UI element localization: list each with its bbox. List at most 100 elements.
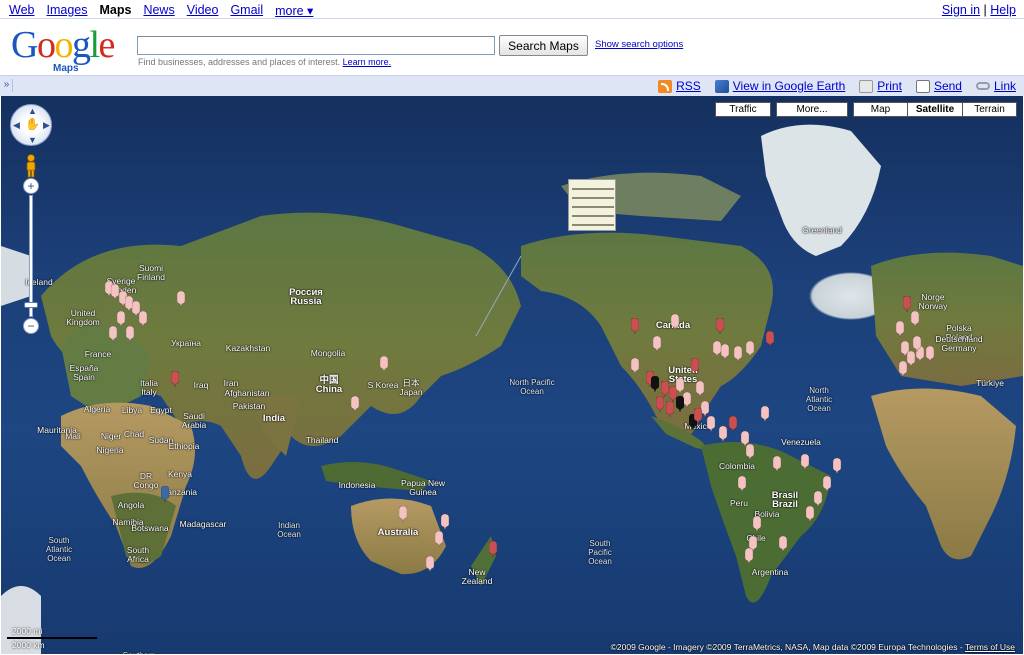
- map-marker-icon[interactable]: [761, 406, 769, 422]
- map-marker-icon[interactable]: [734, 346, 742, 362]
- google-earth-link[interactable]: View in Google Earth: [714, 79, 845, 93]
- map-marker-icon[interactable]: [171, 371, 179, 387]
- map-marker-icon[interactable]: [696, 381, 704, 397]
- map-marker-icon[interactable]: [631, 318, 639, 334]
- traffic-button[interactable]: Traffic: [715, 102, 771, 117]
- send-link[interactable]: Send: [915, 79, 962, 93]
- pan-up-icon[interactable]: ▲: [28, 106, 37, 116]
- map-marker-icon[interactable]: [753, 516, 761, 532]
- terms-of-use-link[interactable]: Terms of Use: [965, 642, 1015, 652]
- map-marker-icon[interactable]: [139, 311, 147, 327]
- map-marker-icon[interactable]: [656, 396, 664, 412]
- map-label: Egypt: [150, 405, 172, 415]
- pan-control[interactable]: ▲ ▼ ◀ ▶ ✋: [10, 104, 52, 146]
- link-to-page[interactable]: Link: [975, 79, 1016, 93]
- map-marker-icon[interactable]: [691, 358, 699, 374]
- map-marker-icon[interactable]: [823, 476, 831, 492]
- map-marker-icon[interactable]: [653, 336, 661, 352]
- map-type-terrain-button[interactable]: Terrain: [962, 102, 1017, 117]
- nav-link-images[interactable]: Images: [46, 3, 87, 18]
- map-marker-icon[interactable]: [833, 458, 841, 474]
- zoom-out-button[interactable]: −: [23, 318, 39, 334]
- map-marker-icon[interactable]: [631, 358, 639, 374]
- map-marker-icon[interactable]: [729, 416, 737, 432]
- map-label: New Zealand: [461, 567, 493, 586]
- map-marker-icon[interactable]: [435, 531, 443, 547]
- rss-link[interactable]: RSS: [658, 79, 701, 93]
- map-marker-icon[interactable]: [721, 344, 729, 360]
- map-marker-icon[interactable]: [441, 514, 449, 530]
- nav-link-news[interactable]: News: [143, 3, 174, 18]
- map-marker-icon[interactable]: [707, 416, 715, 432]
- nav-link-more[interactable]: more ▾: [275, 3, 313, 18]
- map-marker-icon[interactable]: [779, 536, 787, 552]
- help-link[interactable]: Help: [990, 3, 1016, 17]
- map-type-satellite-button[interactable]: Satellite: [907, 102, 963, 117]
- map-marker-icon[interactable]: [489, 541, 497, 557]
- map-marker-icon[interactable]: [801, 454, 809, 470]
- map-marker-icon[interactable]: [380, 356, 388, 372]
- nav-link-video[interactable]: Video: [187, 3, 219, 18]
- map-label: North Atlantic Ocean: [805, 386, 833, 413]
- search-maps-button[interactable]: Search Maps: [499, 35, 588, 56]
- show-search-options-link[interactable]: Show search options: [595, 39, 683, 50]
- map-marker-icon[interactable]: [701, 401, 709, 417]
- map-marker-icon[interactable]: [661, 381, 669, 397]
- legend-overlay[interactable]: [568, 179, 616, 231]
- map-marker-icon[interactable]: [913, 336, 921, 352]
- map-marker-icon[interactable]: [745, 548, 753, 564]
- map-marker-icon[interactable]: [907, 351, 915, 367]
- map-marker-icon[interactable]: [806, 506, 814, 522]
- more-layers-button[interactable]: More...: [776, 102, 848, 117]
- zoom-slider-track[interactable]: [29, 195, 33, 317]
- map-marker-icon[interactable]: [766, 331, 774, 347]
- map-marker-icon[interactable]: [694, 408, 702, 424]
- pan-left-icon[interactable]: ◀: [13, 120, 20, 131]
- learn-more-link[interactable]: Learn more.: [343, 57, 392, 67]
- scale-km: 2000 km: [12, 640, 45, 650]
- map-marker-icon[interactable]: [716, 318, 724, 334]
- map-marker-icon[interactable]: [426, 556, 434, 572]
- map-marker-icon[interactable]: [126, 326, 134, 342]
- sign-in-link[interactable]: Sign in: [942, 3, 980, 17]
- map-marker-icon[interactable]: [903, 296, 911, 312]
- map-marker-icon[interactable]: [899, 361, 907, 377]
- search-input[interactable]: [137, 36, 495, 55]
- print-link[interactable]: Print: [859, 79, 902, 93]
- street-view-pegman-icon[interactable]: [24, 154, 38, 178]
- pan-down-icon[interactable]: ▼: [28, 135, 37, 145]
- pan-right-icon[interactable]: ▶: [43, 120, 50, 131]
- map-canvas[interactable]: Suomi Finland Sverige Sweden Iceland United…: [1, 96, 1023, 654]
- copyright-text: ©2009 Google - Imagery ©2009 TerraMetric…: [610, 642, 963, 652]
- map-marker-icon[interactable]: [773, 456, 781, 472]
- logo-letter: o: [36, 24, 56, 66]
- map-marker-icon[interactable]: [926, 346, 934, 362]
- map-marker-icon[interactable]: [719, 426, 727, 442]
- nav-link-web[interactable]: Web: [9, 3, 34, 18]
- toggle-side-panel-button[interactable]: »: [1, 79, 13, 92]
- map-type-map-button[interactable]: Map: [853, 102, 908, 117]
- zoom-in-button[interactable]: +: [23, 178, 39, 194]
- map-marker-icon[interactable]: [666, 401, 674, 417]
- nav-link-gmail[interactable]: Gmail: [230, 3, 263, 18]
- map-marker-icon[interactable]: [111, 284, 119, 300]
- map-marker-icon[interactable]: [676, 396, 684, 412]
- map-marker-icon[interactable]: [713, 341, 721, 357]
- map-marker-icon[interactable]: [911, 311, 919, 327]
- map-marker-icon[interactable]: [177, 291, 185, 307]
- google-maps-logo[interactable]: Google Maps: [11, 24, 131, 74]
- map-marker-icon[interactable]: [738, 476, 746, 492]
- map-marker-icon[interactable]: [896, 321, 904, 337]
- map-marker-icon[interactable]: [671, 314, 679, 330]
- map-marker-icon[interactable]: [109, 326, 117, 342]
- map-marker-icon[interactable]: [651, 376, 659, 392]
- map-marker-icon[interactable]: [161, 486, 169, 502]
- map-marker-icon[interactable]: [814, 491, 822, 507]
- map-marker-icon[interactable]: [746, 341, 754, 357]
- zoom-slider-thumb[interactable]: [24, 302, 38, 308]
- map-marker-icon[interactable]: [117, 311, 125, 327]
- map-marker-icon[interactable]: [683, 392, 691, 408]
- map-marker-icon[interactable]: [351, 396, 359, 412]
- map-marker-icon[interactable]: [746, 444, 754, 460]
- map-marker-icon[interactable]: [399, 506, 407, 522]
